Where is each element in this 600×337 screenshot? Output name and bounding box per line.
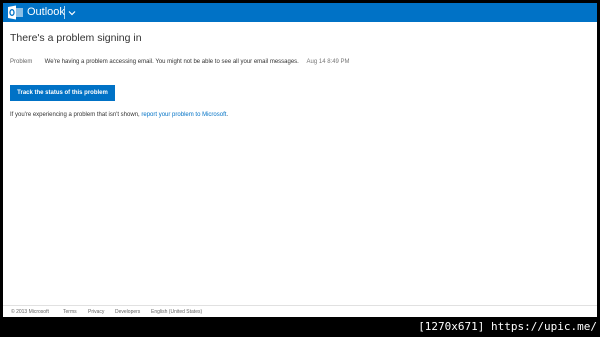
- report-prefix: If you're experiencing a problem that is…: [10, 112, 140, 118]
- app-menu-button[interactable]: [65, 3, 79, 22]
- footer-link-terms[interactable]: Terms: [63, 306, 77, 317]
- problem-timestamp: Aug 14 8:49 PM: [306, 59, 350, 65]
- footer: © 2013 Microsoft Terms Privacy Developer…: [3, 305, 597, 317]
- footer-copyright: © 2013 Microsoft: [11, 309, 49, 315]
- problem-label: Problem: [10, 59, 33, 65]
- app-title[interactable]: Outlook: [27, 3, 65, 22]
- report-line: If you're experiencing a problem that is…: [10, 110, 228, 120]
- track-status-button[interactable]: Track the status of this problem: [10, 85, 115, 101]
- footer-link-language[interactable]: English (United States): [151, 306, 202, 317]
- footer-link-developers[interactable]: Developers: [115, 306, 140, 317]
- top-bar: Outlook: [3, 3, 597, 22]
- footer-link-privacy[interactable]: Privacy: [88, 306, 104, 317]
- report-suffix: .: [226, 112, 229, 118]
- chevron-down-icon: [68, 10, 76, 15]
- page-title: There's a problem signing in: [10, 32, 142, 44]
- image-watermark: [1270x671] https://upic.me/: [418, 320, 597, 333]
- outlook-logo-icon[interactable]: [8, 5, 23, 20]
- problem-row: Problem We're having a problem accessing…: [10, 57, 350, 67]
- browser-page: Outlook There's a problem signing in Pro…: [3, 3, 597, 317]
- report-problem-link[interactable]: report your problem to Microsoft: [141, 112, 226, 118]
- problem-message: We're having a problem accessing email. …: [44, 59, 299, 65]
